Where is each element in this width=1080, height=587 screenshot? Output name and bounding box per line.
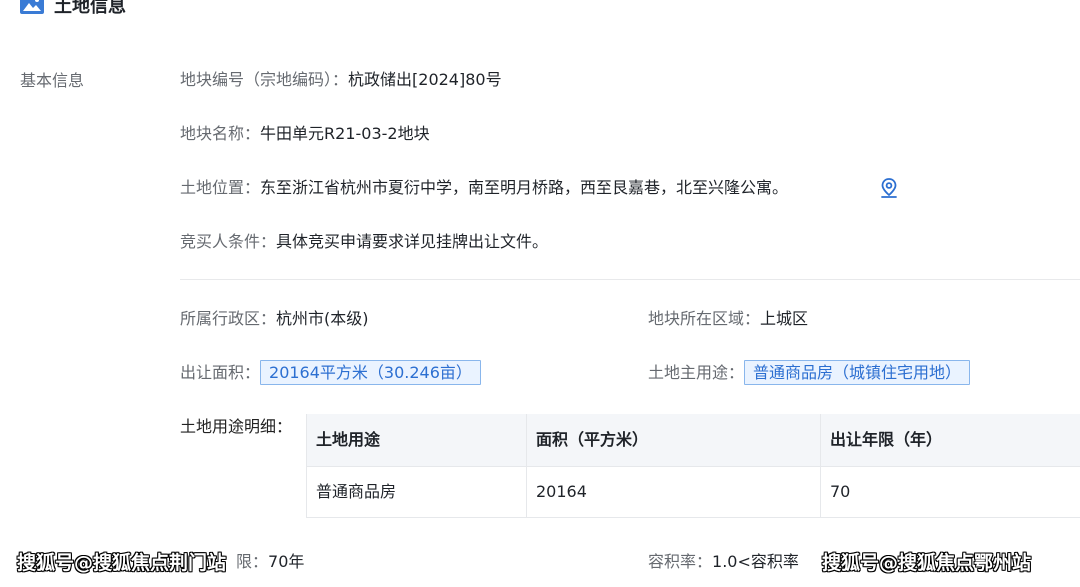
table-row-divider — [306, 466, 1080, 467]
location-value: 东至浙江省杭州市夏衍中学，南至明月桥路，西至艮嘉巷，北至兴隆公寓。 — [260, 178, 789, 197]
use-detail-label: 土地用途明细： — [180, 417, 293, 436]
transfer-area-label: 出让面积： — [180, 363, 261, 382]
district-row: 所属行政区：杭州市(本级) — [180, 307, 369, 331]
watermark: 搜狐号@搜狐焦点荆门站 — [17, 552, 227, 574]
map-pin-icon[interactable] — [879, 177, 899, 199]
table-header-cell: 出让年限（年） — [820, 414, 1080, 466]
bidder-conditions-label: 竞买人条件： — [180, 232, 277, 251]
area-zone-label: 地块所在区域： — [648, 309, 761, 328]
term-value: 70年 — [268, 552, 305, 571]
far-label: 容积率： — [648, 552, 713, 571]
bidder-conditions-value: 具体竞买申请要求详见挂牌出让文件。 — [276, 232, 549, 251]
parcel-name-row: 地块名称：牛田单元R21-03-2地块 — [180, 122, 430, 146]
parcel-name-value: 牛田单元R21-03-2地块 — [260, 124, 430, 143]
table-cell: 70 — [820, 466, 1080, 518]
transfer-area-row: 出让面积： 20164平方米（30.246亩） — [180, 360, 481, 385]
table-header-cell: 土地用途 — [306, 414, 526, 466]
bidder-conditions-row: 竞买人条件：具体竞买申请要求详见挂牌出让文件。 — [180, 230, 548, 254]
main-use-row: 土地主用途： 普通商品房（城镇住宅用地） — [648, 360, 971, 385]
location-row: 土地位置：东至浙江省杭州市夏衍中学，南至明月桥路，西至艮嘉巷，北至兴隆公寓。 — [180, 176, 788, 200]
parcel-name-label: 地块名称： — [180, 124, 261, 143]
table-column-divider — [526, 414, 527, 518]
table-cell: 20164 — [526, 466, 820, 518]
parcel-number-row: 地块编号（宗地编码）：杭政储出[2024]80号 — [180, 68, 502, 92]
main-use-label: 土地主用途： — [648, 363, 745, 382]
area-zone-value: 上城区 — [760, 309, 809, 328]
table-row-divider — [306, 517, 1080, 518]
district-value: 杭州市(本级) — [276, 309, 369, 328]
basic-info-label: 基本信息 — [20, 71, 85, 90]
image-icon — [20, 0, 44, 14]
far-value: 1.0<容积率 — [712, 552, 799, 571]
term-label: 限： — [236, 552, 269, 571]
parcel-number-value: 杭政储出[2024]80号 — [348, 70, 502, 89]
section-title: 土地信息 — [54, 0, 126, 17]
table-header-cell: 面积（平方米） — [526, 414, 820, 466]
table-column-divider — [820, 414, 821, 518]
location-label: 土地位置： — [180, 178, 261, 197]
transfer-area-chip: 20164平方米（30.246亩） — [260, 360, 481, 385]
district-label: 所属行政区： — [180, 309, 277, 328]
parcel-number-label: 地块编号（宗地编码）： — [180, 70, 349, 89]
area-zone-row: 地块所在区域：上城区 — [648, 307, 808, 331]
far-row: 容积率：1.0<容积率 — [648, 550, 799, 574]
main-use-chip: 普通商品房（城镇住宅用地） — [744, 360, 971, 385]
divider — [180, 279, 1080, 280]
watermark: 搜狐号@搜狐焦点鄂州站 — [822, 552, 1032, 574]
table-cell: 普通商品房 — [306, 466, 526, 518]
table-column-divider — [306, 414, 307, 518]
land-use-table: 土地用途 面积（平方米） 出让年限（年） 普通商品房 20164 70 — [306, 414, 1080, 518]
term-row: 限：70年 — [236, 550, 304, 574]
